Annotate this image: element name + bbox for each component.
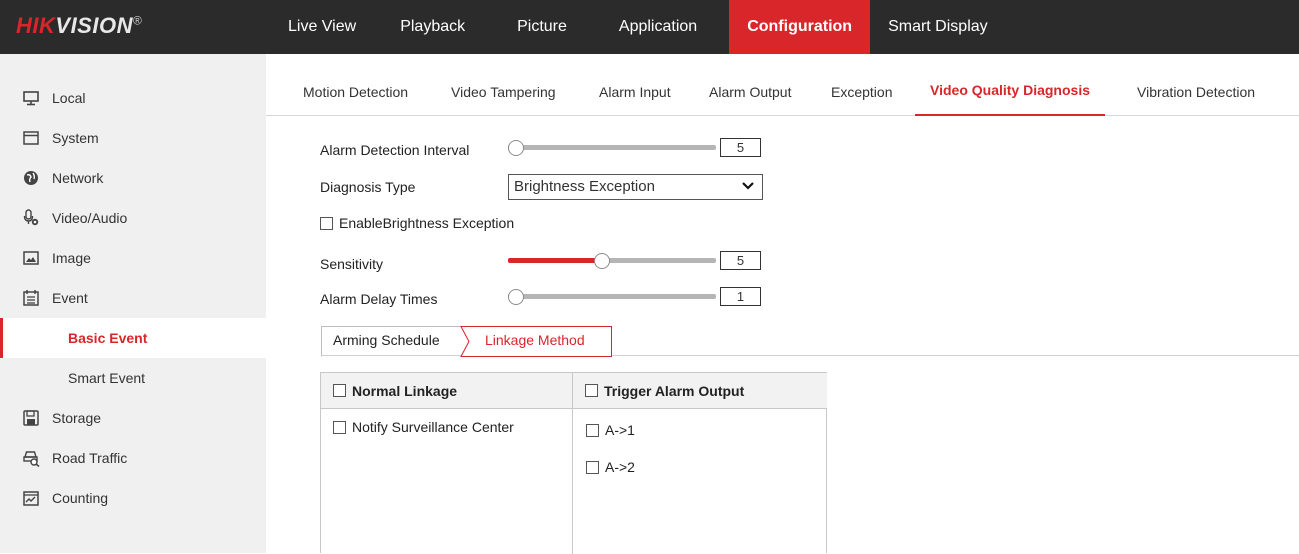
trigger-alarm-checkbox[interactable] xyxy=(585,384,598,397)
sidebar-item-label: Smart Event xyxy=(68,370,146,386)
alarm-delay-label: Alarm Delay Times xyxy=(320,291,438,307)
sidebar-item-basic-event[interactable]: Basic Event xyxy=(0,318,266,358)
tab-exception[interactable]: Exception xyxy=(831,54,892,116)
sidebar-item-label: Road Traffic xyxy=(52,450,128,466)
tab-vibration-detection[interactable]: Vibration Detection xyxy=(1137,54,1255,116)
sidebar-item-image[interactable]: Image xyxy=(0,238,266,278)
enable-brightness-row: EnableBrightness Exception xyxy=(320,215,514,231)
top-bar: HIKVISION® Live View Playback Picture Ap… xyxy=(0,0,1299,54)
enable-brightness-label: EnableBrightness Exception xyxy=(339,215,515,231)
alarm-delay-slider[interactable] xyxy=(508,288,716,306)
alarm-interval-slider[interactable] xyxy=(508,139,716,157)
main-nav: Live View Playback Picture Application C… xyxy=(270,0,1006,54)
notify-center-label: Notify Surveillance Center xyxy=(352,419,514,435)
slider-handle[interactable] xyxy=(508,140,524,156)
sidebar-item-video-audio[interactable]: Video/Audio xyxy=(0,198,266,238)
tab-video-quality-diagnosis[interactable]: Video Quality Diagnosis xyxy=(915,54,1106,116)
linkage-table: Normal Linkage Trigger Alarm Output Noti… xyxy=(320,372,827,554)
calendar-icon xyxy=(22,289,40,307)
list-item: A->2 xyxy=(586,459,635,475)
trigger-alarm-header: Trigger Alarm Output xyxy=(573,373,827,409)
monitor-icon xyxy=(22,89,40,107)
sidebar-item-label: Event xyxy=(52,290,88,306)
sidebar-item-road-traffic[interactable]: Road Traffic xyxy=(0,438,266,478)
chevron-down-icon xyxy=(741,178,755,202)
trigger-alarm-label: Trigger Alarm Output xyxy=(604,382,745,399)
sidebar-item-event[interactable]: Event xyxy=(0,278,266,318)
sensitivity-slider[interactable] xyxy=(508,252,716,270)
event-tabs: Motion Detection Video Tampering Alarm I… xyxy=(266,54,1299,116)
sidebar-item-label: Basic Event xyxy=(68,330,148,346)
tab-alarm-input[interactable]: Alarm Input xyxy=(599,54,671,116)
nav-smart-display[interactable]: Smart Display xyxy=(870,0,1006,54)
sidebar-item-storage[interactable]: Storage xyxy=(0,398,266,438)
alarm-output-a2-checkbox[interactable] xyxy=(586,460,599,474)
normal-linkage-checkbox[interactable] xyxy=(333,384,346,397)
diagnosis-type-label: Diagnosis Type xyxy=(320,179,416,195)
sidebar-item-counting[interactable]: Counting xyxy=(0,478,266,518)
sidebar-item-system[interactable]: System xyxy=(0,118,266,158)
slider-handle[interactable] xyxy=(594,253,611,269)
traffic-icon xyxy=(22,449,40,467)
notify-center-checkbox[interactable] xyxy=(333,420,346,434)
globe-icon xyxy=(22,169,40,187)
nav-picture[interactable]: Picture xyxy=(491,0,593,54)
alarm-interval-label: Alarm Detection Interval xyxy=(320,142,470,158)
sensitivity-value[interactable]: 5 xyxy=(720,251,761,270)
normal-linkage-label: Normal Linkage xyxy=(352,382,458,399)
alarm-output-a1-label: A->1 xyxy=(605,422,635,438)
alarm-output-a2-label: A->2 xyxy=(605,459,635,475)
alarm-interval-value[interactable]: 5 xyxy=(720,138,761,157)
normal-linkage-header: Normal Linkage xyxy=(321,373,572,409)
sidebar-item-local[interactable]: Local xyxy=(0,78,266,118)
floppy-icon xyxy=(22,409,40,427)
tab-motion-detection[interactable]: Motion Detection xyxy=(303,54,408,116)
sidebar-item-label: Local xyxy=(52,90,86,106)
tab-alarm-output[interactable]: Alarm Output xyxy=(709,54,791,116)
window-icon xyxy=(22,129,40,147)
nav-live-view[interactable]: Live View xyxy=(270,0,374,54)
sidebar-item-label: Video/Audio xyxy=(52,210,128,226)
sidebar-item-smart-event[interactable]: Smart Event xyxy=(0,358,266,398)
sidebar-item-network[interactable]: Network xyxy=(0,158,266,198)
nav-configuration[interactable]: Configuration xyxy=(729,0,871,54)
tab-arming-schedule[interactable]: Arming Schedule xyxy=(333,326,440,356)
tab-linkage-method[interactable]: Linkage Method xyxy=(485,326,585,356)
column-divider xyxy=(572,373,573,554)
slider-handle[interactable] xyxy=(508,289,524,305)
sidebar: Local System Network Video/Audio Image E… xyxy=(0,54,266,553)
microphone-icon xyxy=(22,209,40,227)
nav-application[interactable]: Application xyxy=(593,0,723,54)
list-item: A->1 xyxy=(586,422,635,438)
nav-playback[interactable]: Playback xyxy=(374,0,491,54)
list-item: Notify Surveillance Center xyxy=(333,419,514,435)
enable-brightness-checkbox[interactable] xyxy=(320,216,333,230)
chart-icon xyxy=(22,489,40,507)
sidebar-item-label: Storage xyxy=(52,410,102,426)
sidebar-item-label: Network xyxy=(52,170,104,186)
sensitivity-label: Sensitivity xyxy=(320,256,384,272)
sidebar-item-label: Counting xyxy=(52,490,109,506)
diagnosis-type-value: Brightness Exception xyxy=(514,178,655,195)
image-icon xyxy=(22,249,40,267)
sidebar-item-label: System xyxy=(52,130,99,146)
alarm-output-a1-checkbox[interactable] xyxy=(586,423,599,437)
hikvision-logo: HIKVISION® xyxy=(16,13,143,38)
sidebar-item-label: Image xyxy=(52,250,91,266)
tab-video-tampering[interactable]: Video Tampering xyxy=(451,54,556,116)
alarm-delay-value[interactable]: 1 xyxy=(720,287,761,306)
diagnosis-type-select[interactable]: Brightness Exception xyxy=(508,174,763,200)
